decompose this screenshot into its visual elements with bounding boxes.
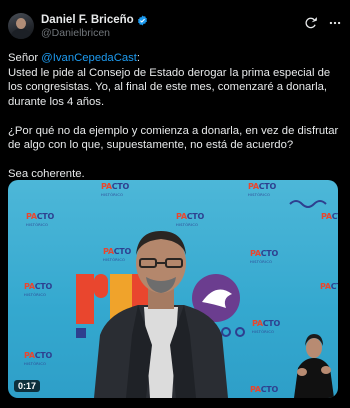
backdrop-logo: PACTO HISTÓRICO [248, 182, 276, 198]
author-handle[interactable]: @Danielbricen [41, 27, 148, 40]
backdrop-logo: PACTO HISTÓRICO [252, 319, 280, 335]
backdrop-logo: PACTO [320, 282, 338, 291]
author-info: Daniel F. Briceño @Danielbricen [41, 14, 148, 40]
author-name-row[interactable]: Daniel F. Briceño [41, 14, 148, 27]
header-actions [304, 16, 342, 30]
video-player[interactable]: PACTO HISTÓRICO PACTO HISTÓRICO PACTO HISTÓ… [8, 180, 338, 398]
avatar[interactable] [8, 13, 34, 39]
tweet-paragraph-2: ¿Por qué no da ejemplo y comienza a dona… [8, 124, 339, 152]
backdrop-logo: PACTO HISTÓRICO [24, 282, 52, 298]
backdrop-logo: PACTO HISTÓRICO [250, 249, 278, 265]
verified-badge-icon [137, 15, 148, 26]
author-display-name[interactable]: Daniel F. Briceño [41, 14, 134, 27]
more-icon[interactable] [328, 16, 342, 30]
tweet-paragraph-1: Señor @IvanCepedaCast: Usted le pide al C… [8, 52, 331, 108]
backdrop-logo: PACTO [250, 385, 278, 394]
tweet-text: Señor @IvanCepedaCast: Usted le pide al C… [8, 51, 344, 196]
speaker-figure [94, 231, 228, 398]
backdrop-logo: PACTO HISTÓRICO [26, 212, 54, 228]
backdrop-logo: PACTO HISTÓRICO [101, 182, 129, 198]
decorative-wave-icon [289, 200, 327, 208]
interpreter-figure [294, 334, 334, 398]
video-duration-badge: 0:17 [14, 380, 41, 392]
grok-icon[interactable] [304, 16, 318, 30]
mention-link[interactable]: @IvanCepedaCast [41, 52, 137, 64]
tweet-header: Daniel F. Briceño @Danielbricen [8, 9, 342, 43]
backdrop-logo: PACTO [321, 212, 338, 221]
backdrop-logo: PACTO HISTÓRICO [24, 351, 52, 367]
